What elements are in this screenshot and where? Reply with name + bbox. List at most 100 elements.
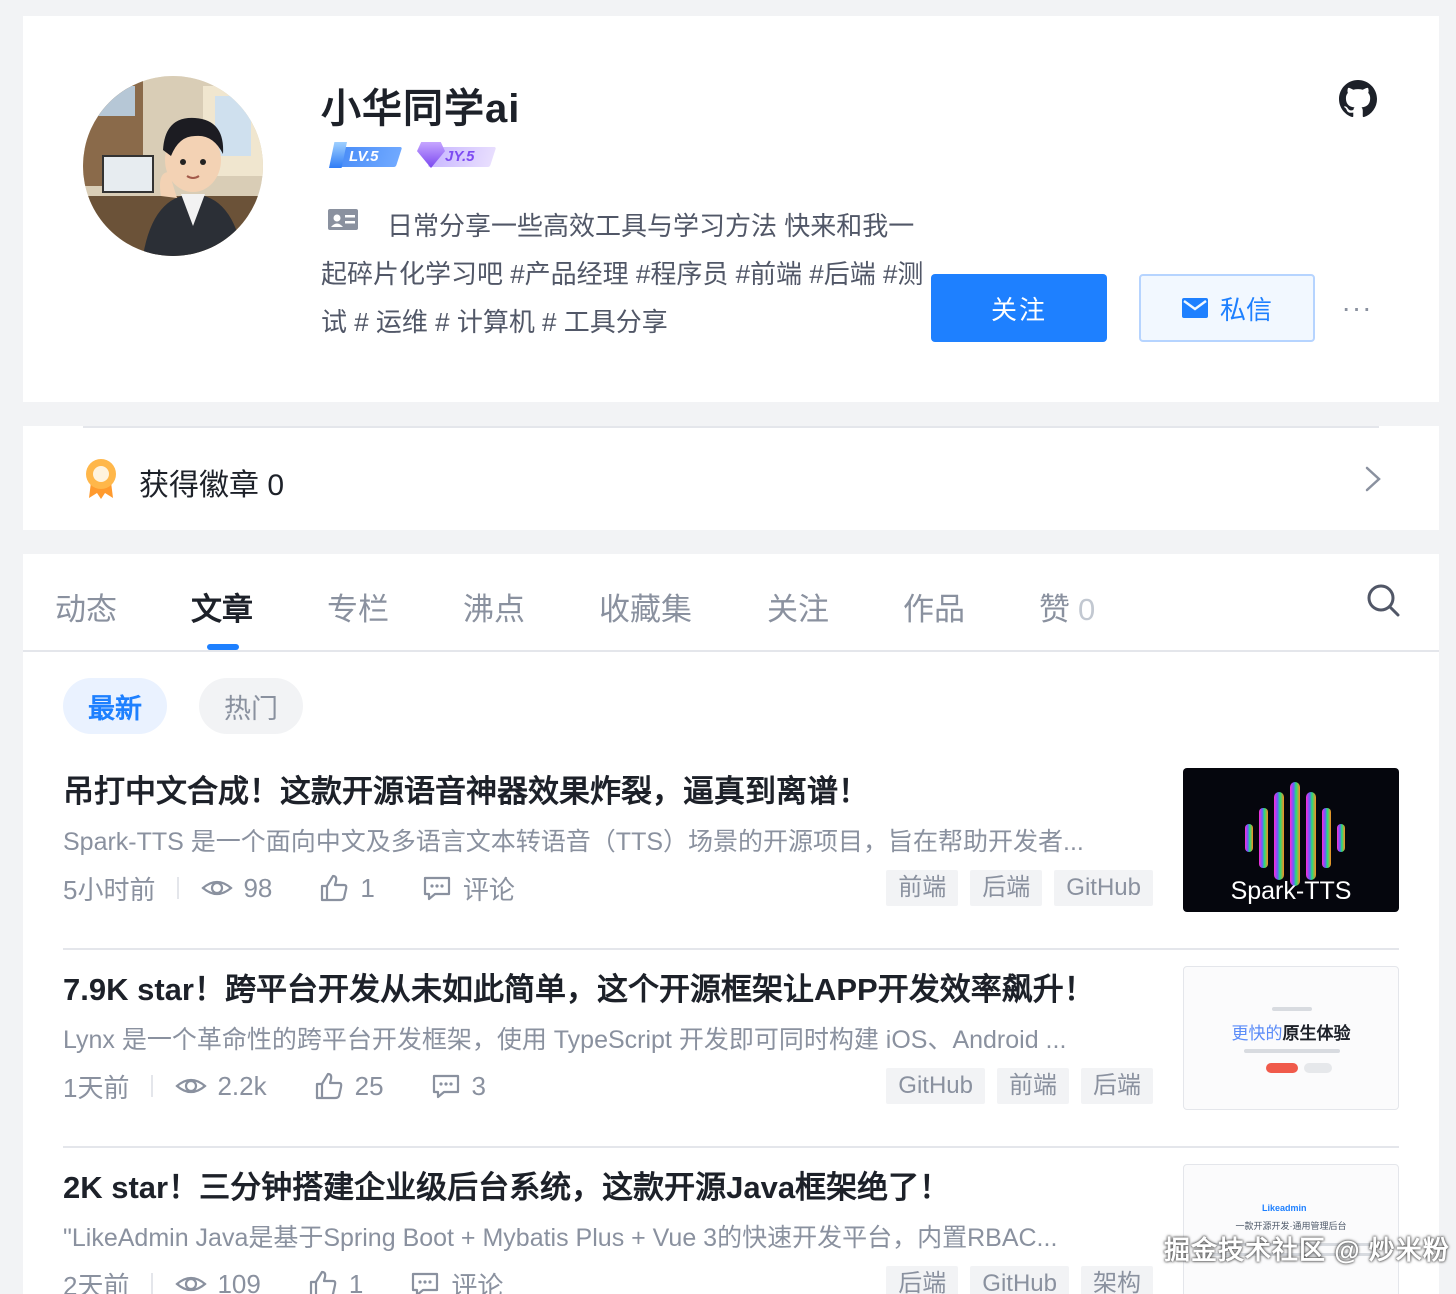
tab-articles[interactable]: 文章	[191, 584, 253, 629]
article-desc: "LikeAdmin Java是基于Spring Boot + Mybatis …	[63, 1224, 1058, 1252]
article-meta: 1天前 2.2k 25 3	[63, 1068, 532, 1104]
views-count: 109	[217, 1268, 261, 1294]
thumbnail-button	[1266, 1063, 1298, 1073]
filter-hot[interactable]: 热门	[199, 678, 303, 734]
article-title[interactable]: 7.9K star！跨平台开发从未如此简单，这个开源框架让APP开发效率飙升！	[63, 964, 1143, 1009]
level-badge[interactable]: LV.5	[329, 142, 403, 168]
profile-card: 小华同学ai LV.5 JY.5 日常分享一些高效工具与学习方法 快来和我一起碎…	[23, 16, 1439, 402]
meta-separator	[177, 877, 180, 899]
tab-activity[interactable]: 动态	[55, 584, 117, 629]
article-desc: Lynx 是一个革命性的跨平台开发框架，使用 TypeScript 开发即可同时…	[63, 1026, 1067, 1054]
comments-count: 评论	[451, 1270, 504, 1294]
views-count: 2.2k	[217, 1070, 267, 1101]
article-tag[interactable]: 前端	[997, 1068, 1069, 1104]
divider	[83, 426, 1379, 428]
likes-stat[interactable]: 1	[318, 872, 375, 904]
article-thumbnail[interactable]: Spark-TTS	[1183, 768, 1399, 912]
tab-works[interactable]: 作品	[903, 584, 965, 629]
meta-separator	[151, 1273, 154, 1294]
comments-stat[interactable]: 评论	[421, 870, 515, 907]
likes-count: 25	[354, 1070, 384, 1101]
article-tag[interactable]: 架构	[1081, 1266, 1153, 1294]
user-bio: 日常分享一些高效工具与学习方法 快来和我一起碎片化学习吧 #产品经理 #程序员 …	[321, 211, 924, 337]
badges-card[interactable]: 获得徽章 0	[23, 426, 1439, 530]
likes-stat[interactable]: 25	[313, 1070, 384, 1102]
tab-columns[interactable]: 专栏	[327, 584, 389, 629]
message-button[interactable]: 私信	[1139, 274, 1315, 342]
search-icon[interactable]	[1365, 582, 1401, 618]
eye-icon	[201, 880, 234, 896]
jy-badge[interactable]: JY.5	[417, 142, 497, 168]
article-desc: Spark-TTS 是一个面向中文及多语言文本转语音（TTS）场景的开源项目，旨…	[63, 828, 1084, 856]
jy-badge-label: JY.5	[445, 148, 475, 165]
views-stat: 98	[201, 872, 272, 904]
comments-count: 3	[471, 1070, 487, 1101]
article-tag[interactable]: 后端	[970, 870, 1043, 906]
views-stat: 109	[175, 1268, 261, 1294]
likes-count: 1	[348, 1268, 364, 1294]
article-item[interactable]: 吊打中文合成！这款开源语音神器效果炸裂，逼真到离谱！ Spark-TTS 是一个…	[63, 752, 1399, 950]
thumbnail-logo: Likeadmin	[1262, 1203, 1307, 1213]
active-tab-indicator	[207, 644, 239, 650]
badges-title: 获得徽章 0	[139, 469, 285, 502]
user-badges: LV.5 JY.5	[329, 142, 497, 168]
user-avatar[interactable]	[83, 76, 263, 256]
article-time: 5小时前	[63, 874, 156, 905]
medal-icon	[86, 459, 116, 499]
article-tags: 后端 GitHub 架构	[886, 1266, 1153, 1294]
eye-icon	[175, 1078, 208, 1094]
level-badge-label: LV.5	[349, 148, 379, 165]
content-card: 动态 文章 专栏 沸点 收藏集 关注 作品 赞0 最新 热门 吊打中文合成！这款…	[23, 554, 1439, 1294]
article-item[interactable]: 2K star！三分钟搭建企业级后台系统，这款开源Java框架绝了！ "Like…	[63, 1148, 1399, 1294]
tab-pins[interactable]: 沸点	[463, 584, 525, 629]
follow-button[interactable]: 关注	[931, 274, 1107, 342]
more-button[interactable]: ···	[1339, 290, 1375, 326]
avatar-image	[83, 76, 263, 256]
article-thumbnail[interactable]: 更快的原生体验	[1183, 966, 1399, 1110]
tab-bar: 动态 文章 专栏 沸点 收藏集 关注 作品 赞0	[23, 554, 1439, 652]
thumbnail-line	[1272, 1007, 1312, 1011]
article-time: 2天前	[63, 1270, 130, 1294]
article-thumbnail[interactable]: Likeadmin 一款开源开发·通用管理后台	[1183, 1164, 1399, 1294]
views-stat: 2.2k	[175, 1070, 267, 1102]
article-meta: 5小时前 98 1 评论	[63, 870, 561, 906]
comment-icon	[432, 1074, 459, 1099]
meta-separator	[151, 1075, 154, 1097]
eye-icon	[175, 1276, 208, 1292]
article-tag[interactable]: 后端	[1081, 1068, 1153, 1104]
thumbnail-caption: Spark-TTS	[1230, 877, 1352, 905]
article-item[interactable]: 7.9K star！跨平台开发从未如此简单，这个开源框架让APP开发效率飙升！ …	[63, 950, 1399, 1148]
article-tags: GitHub 前端 后端	[886, 1068, 1153, 1104]
thumbs-up-icon	[321, 874, 348, 902]
article-tag[interactable]: GitHub	[970, 1266, 1069, 1294]
message-button-label: 私信	[1219, 294, 1272, 325]
tab-collections[interactable]: 收藏集	[599, 584, 692, 629]
tab-following[interactable]: 关注	[767, 584, 829, 629]
article-title[interactable]: 吊打中文合成！这款开源语音神器效果炸裂，逼真到离谱！	[63, 766, 1143, 811]
article-tag[interactable]: 前端	[886, 870, 959, 906]
chevron-right-icon	[1365, 466, 1381, 492]
comments-stat[interactable]: 评论	[409, 1266, 503, 1294]
github-icon[interactable]	[1339, 80, 1377, 118]
article-time: 1天前	[63, 1072, 130, 1103]
article-meta: 2天前 109 1 评论	[63, 1266, 549, 1294]
likes-stat[interactable]: 1	[307, 1268, 363, 1294]
tab-likes-label: 赞	[1039, 592, 1070, 627]
filter-latest[interactable]: 最新	[63, 678, 167, 734]
comment-icon	[423, 876, 450, 901]
article-tag[interactable]: 后端	[886, 1266, 959, 1294]
article-tags: 前端 后端 GitHub	[886, 870, 1153, 906]
thumbs-up-icon	[315, 1072, 342, 1100]
views-count: 98	[243, 872, 273, 903]
thumbnail-heading: 更快的原生体验	[1231, 1024, 1351, 1043]
thumbnail-button	[1304, 1063, 1332, 1073]
article-title[interactable]: 2K star！三分钟搭建企业级后台系统，这款开源Java框架绝了！	[63, 1162, 1143, 1207]
user-name: 小华同学ai	[321, 87, 521, 131]
likes-count: 1	[360, 872, 375, 903]
article-tag[interactable]: GitHub	[1054, 870, 1153, 906]
comments-count: 评论	[462, 874, 515, 905]
article-tag[interactable]: GitHub	[886, 1068, 985, 1104]
tab-likes[interactable]: 赞0	[1039, 584, 1095, 629]
thumbnail-line	[1244, 1049, 1340, 1053]
comments-stat[interactable]: 3	[430, 1070, 486, 1102]
